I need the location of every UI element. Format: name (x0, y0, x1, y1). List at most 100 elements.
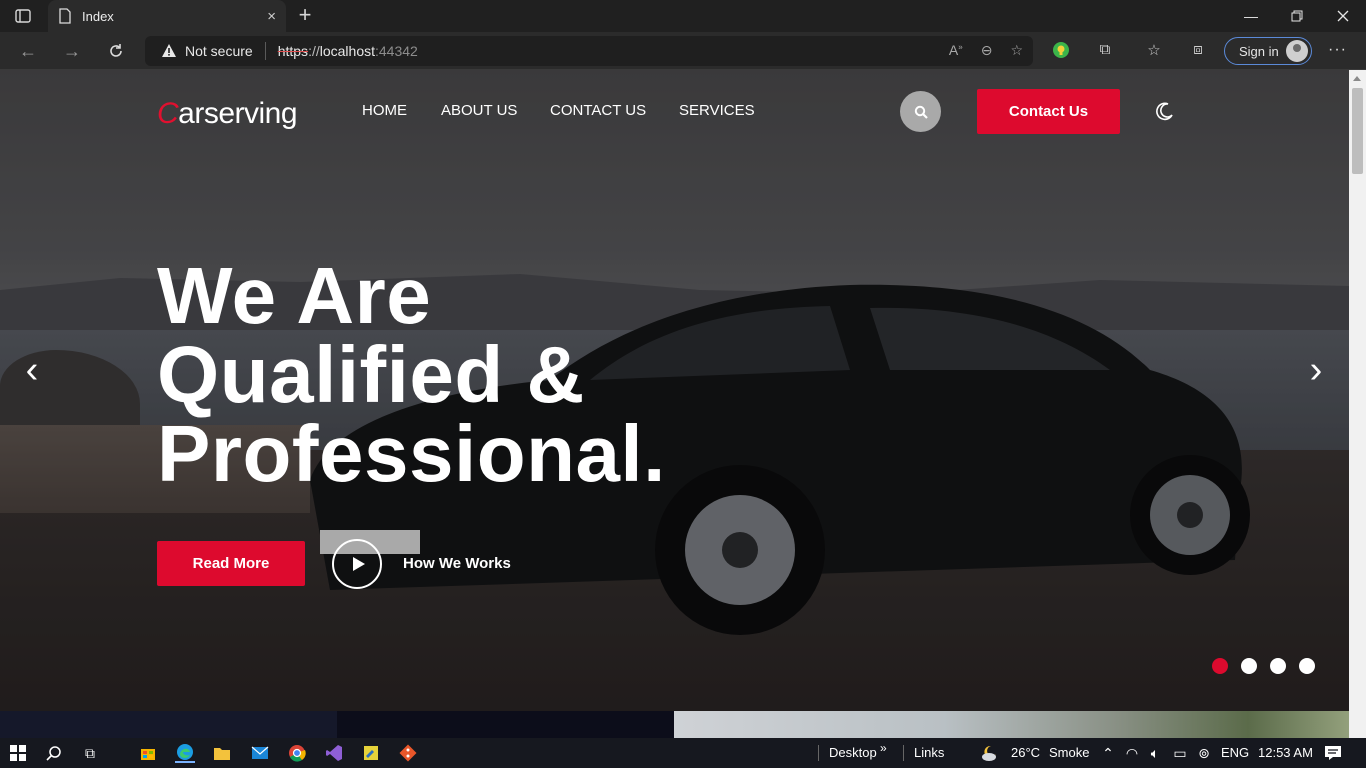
carousel-dot-2[interactable] (1241, 658, 1257, 674)
settings-more-button[interactable]: ··· (1328, 41, 1347, 59)
minimize-icon: — (1244, 8, 1258, 24)
clock[interactable]: 12:53 AM (1258, 745, 1313, 760)
restore-button[interactable] (1274, 0, 1320, 32)
carousel-next-button[interactable]: › (1304, 351, 1328, 389)
scrollbar-thumb[interactable] (1352, 88, 1363, 174)
page-viewport: Carserving HOME ABOUT US CONTACT US SERV… (0, 70, 1349, 738)
weather-temperature[interactable]: 26°C (1011, 745, 1040, 760)
lightbulb-extension-icon (1053, 42, 1069, 58)
search-button[interactable] (900, 91, 941, 132)
zoom-out-icon[interactable]: ⊖ (981, 42, 993, 59)
hero-line-2: Qualified & (157, 330, 585, 419)
carousel-dot-4[interactable] (1299, 658, 1315, 674)
wifi-glyph: ◠ (1125, 744, 1139, 761)
volume-icon[interactable]: 🔈︎ (1145, 743, 1165, 763)
visual-studio-icon (326, 745, 342, 761)
carousel-dot-3[interactable] (1270, 658, 1286, 674)
extension-bulb-button[interactable] (1050, 41, 1072, 61)
minimize-button[interactable]: — (1228, 0, 1274, 32)
puzzle-icon: ⧉ (1099, 41, 1111, 58)
close-icon (1337, 10, 1349, 22)
sticky-notes-icon (364, 746, 378, 760)
store-app[interactable] (138, 743, 158, 763)
back-button[interactable]: ← (14, 38, 42, 64)
sign-in-label: Sign in (1239, 43, 1279, 59)
search-icon (46, 746, 61, 761)
page-scrollbar[interactable] (1349, 70, 1366, 738)
tab-actions-button[interactable] (10, 6, 36, 26)
chevron-right-double-icon[interactable]: » (880, 741, 887, 755)
nav-services[interactable]: SERVICES (679, 102, 755, 119)
sign-in-button[interactable]: Sign in (1224, 37, 1312, 65)
url-separator: :// (308, 43, 320, 59)
carousel-prev-button[interactable]: ‹ (20, 351, 44, 389)
contact-us-button[interactable]: Contact Us (977, 89, 1120, 134)
visual-studio-app[interactable] (324, 743, 344, 763)
language-indicator[interactable]: ENG (1221, 745, 1249, 760)
sticky-app[interactable] (361, 743, 381, 763)
close-window-button[interactable] (1320, 0, 1366, 32)
new-tab-button[interactable]: + (294, 4, 316, 27)
address-divider (264, 42, 266, 60)
address-bar[interactable]: Not secure https://localhost:44342 A» ⊖ … (145, 36, 1033, 66)
refresh-button[interactable] (102, 38, 130, 64)
how-we-works-link[interactable]: How We Works (403, 555, 511, 572)
battery-icon[interactable]: ▭ (1170, 743, 1190, 763)
nav-about-us[interactable]: ABOUT US (441, 102, 517, 119)
chrome-app[interactable] (287, 743, 307, 763)
task-view-icon: ⧉ (85, 744, 95, 761)
logo-initial: C (157, 97, 179, 130)
links-toolbar-label[interactable]: Links (914, 745, 944, 760)
task-view-button[interactable]: ⧉ (80, 743, 100, 763)
weather-description[interactable]: Smoke (1049, 745, 1089, 760)
tab-actions-icon (15, 9, 31, 23)
pen-icon[interactable]: ⊚ (1194, 743, 1214, 763)
back-arrow-icon: ← (19, 40, 37, 61)
scroll-up-arrow-icon[interactable] (1353, 76, 1361, 81)
file-explorer-app[interactable] (212, 743, 232, 763)
collections-button[interactable]: ⧈ (1187, 41, 1209, 61)
nav-contact-us[interactable]: CONTACT US (550, 102, 646, 119)
extensions-button[interactable]: ⧉ (1094, 41, 1116, 61)
not-secure-label[interactable]: Not secure (185, 43, 253, 59)
search-taskbar-button[interactable] (44, 743, 64, 763)
git-app[interactable] (398, 743, 418, 763)
pen-glyph: ⊚ (1198, 744, 1210, 761)
desktop-toolbar-label[interactable]: Desktop (829, 745, 877, 760)
tab-close-icon[interactable]: × (267, 8, 276, 25)
add-favorite-icon[interactable]: ☆ (1010, 42, 1023, 59)
favorites-button[interactable]: ☆ (1143, 41, 1165, 61)
read-more-button[interactable]: Read More (157, 541, 305, 586)
windows-logo-icon (10, 745, 26, 761)
wifi-icon[interactable]: ◠ (1122, 743, 1142, 763)
url-protocol: https (277, 43, 309, 59)
url-text[interactable]: https://localhost:44342 (278, 43, 418, 59)
mail-icon (251, 746, 269, 759)
next-section-panel-1 (0, 711, 337, 738)
moon-icon[interactable] (1154, 102, 1174, 122)
battery-glyph: ▭ (1173, 744, 1187, 761)
store-icon (141, 749, 155, 760)
search-icon (914, 105, 928, 119)
mail-app[interactable] (250, 743, 270, 763)
moon-cloud-icon (982, 745, 996, 761)
read-aloud-icon[interactable]: A» (949, 42, 963, 59)
address-bar-icons: A» ⊖ ☆ (949, 42, 1023, 59)
hero-line-3: Professional. (157, 409, 666, 498)
forward-button[interactable]: → (58, 38, 86, 64)
show-hidden-icons-button[interactable]: ⌃ (1098, 743, 1118, 763)
document-icon (59, 8, 71, 24)
edge-app[interactable] (175, 743, 195, 763)
carousel-dot-1[interactable] (1212, 658, 1228, 674)
url-host: localhost (319, 43, 375, 59)
browser-tab-index[interactable]: Index × (48, 0, 286, 32)
nav-home[interactable]: HOME (362, 102, 407, 119)
start-button[interactable] (8, 743, 28, 763)
play-video-button[interactable] (332, 539, 382, 589)
git-icon (399, 744, 417, 762)
weather-widget-icon[interactable] (980, 743, 1000, 763)
folder-icon (214, 748, 230, 760)
warning-icon (162, 44, 176, 57)
site-logo[interactable]: Carserving (157, 97, 298, 131)
notifications-button[interactable] (1323, 743, 1343, 763)
